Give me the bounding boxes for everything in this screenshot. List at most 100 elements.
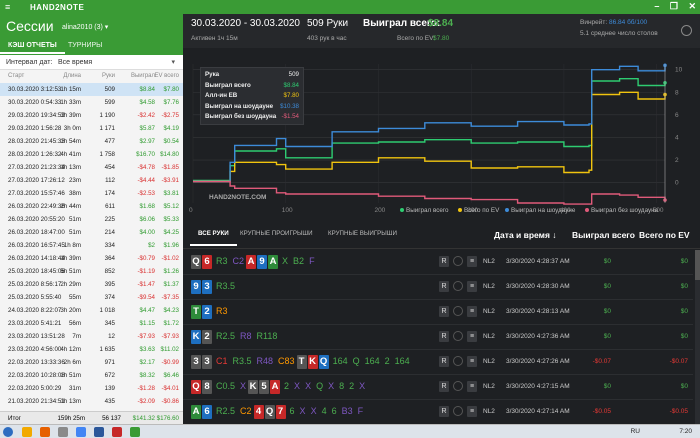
col-start[interactable]: Старт [8, 73, 24, 79]
col-hands[interactable]: Руки [102, 73, 115, 79]
start-button[interactable] [3, 427, 13, 437]
notes-icon[interactable]: ≡ [467, 306, 477, 317]
legend-item-showdown[interactable]: Выиграл на шоудауне [505, 207, 575, 214]
opera-icon[interactable] [112, 427, 122, 437]
replay-button[interactable]: R [439, 356, 449, 367]
notes-icon[interactable]: ≡ [467, 406, 477, 417]
tab-tournaments[interactable]: ТУРНИРЫ [68, 42, 102, 49]
hand-row[interactable]: A 6 R2.5 C2 4 Q 7 6 X X 4 6 B3 F R ≡ NL2 3/30/2020 4:27:1… [183, 400, 693, 425]
mark-icon[interactable] [453, 256, 463, 266]
mark-icon[interactable] [453, 306, 463, 316]
window-controls[interactable]: – ❐ ✕ [654, 1, 696, 12]
notes-icon[interactable]: ≡ [467, 256, 477, 267]
tab-big-wins[interactable]: КРУПНЫЕ ВЫИГРЫШИ [328, 230, 397, 237]
col-ev[interactable]: EV всего [154, 73, 179, 79]
hand-row[interactable]: T 2 R3 R ≡ NL2 3/30/2020 4:28:13 AM $0 $0 [183, 300, 693, 325]
session-cell: $4.19 [163, 125, 179, 132]
replay-button[interactable]: R [439, 381, 449, 392]
session-row[interactable]: 24.03.2020 8:22:07 3h 20m 1 018 $4.47 $4.23 [0, 304, 183, 317]
col-won-total[interactable]: Выиграл всего [572, 230, 635, 240]
session-row[interactable]: 27.03.2020 15:57:46 38m 174 -$2.53 $3.81 [0, 187, 183, 200]
session-row[interactable]: 22.03.2020 5:00:29 31m 139 -$1.28 -$4.01 [0, 382, 183, 395]
replay-button[interactable]: R [439, 306, 449, 317]
hand-row[interactable]: K 2 R2.5 R8 R118 R ≡ NL2 3/30/2020 4:27:36 AM $0 $… [183, 325, 693, 350]
notes-icon[interactable]: ≡ [467, 331, 477, 342]
clock[interactable]: 7:20 [679, 428, 692, 435]
hand-row[interactable]: Q 6 R3 C2 A 9 A X B2 F R ≡ NL2 3/30/2020 4:28:37 AM $0… [183, 250, 693, 275]
session-row[interactable]: 30.03.2020 3:12:53 1h 15m 509 $8.84 $7.80 [0, 83, 183, 96]
hand-won: $0 [603, 283, 611, 290]
mark-icon[interactable] [453, 381, 463, 391]
chevron-down-icon[interactable]: ▾ [171, 58, 175, 66]
tab-all-hands[interactable]: ВСЕ РУКИ [190, 230, 237, 246]
explorer-icon[interactable] [22, 427, 32, 437]
mark-icon[interactable] [453, 356, 463, 366]
replay-button[interactable]: R [439, 281, 449, 292]
session-cell: -$2.09 [137, 398, 155, 405]
col-ev-total[interactable]: Всего по EV [639, 230, 690, 240]
firefox-icon[interactable] [40, 427, 50, 437]
session-cell: 2h 44m [60, 203, 81, 210]
replay-button[interactable]: R [439, 331, 449, 342]
mark-icon[interactable] [453, 331, 463, 341]
card: 7 [275, 405, 286, 419]
action-label: F [357, 406, 364, 416]
session-row[interactable]: 26.03.2020 20:55:20 51m 225 $6.06 $5.33 [0, 213, 183, 226]
notes-icon[interactable]: ≡ [467, 381, 477, 392]
date-interval-selector[interactable]: Интервал дат: Все время ▾ [0, 55, 183, 70]
session-row[interactable]: 27.03.2020 21:23:34 1h 13m 454 -$4.78 -$1.85 [0, 161, 183, 174]
scrollbar-thumb[interactable] [695, 250, 700, 280]
session-row[interactable]: 30.03.2020 0:54:33 1h 33m 599 $4.58 $7.76 [0, 96, 183, 109]
interval-value[interactable]: Все время [58, 59, 92, 66]
session-row[interactable]: 26.03.2020 16:57:45 1h 8m 334 $2 $1.96 [0, 239, 183, 252]
session-row[interactable]: 27.03.2020 17:26:12 23m 112 -$4.44 -$3.91 [0, 174, 183, 187]
hands-list: Q 6 R3 C2 A 9 A X B2 F R ≡ NL2 3/30/2020 4:28:37 AM $0… [183, 250, 693, 425]
hand2note-icon[interactable] [130, 427, 140, 437]
chrome-icon[interactable] [76, 427, 86, 437]
tab-big-losses[interactable]: КРУПНЫЕ ПРОИГРЫШИ [240, 230, 313, 237]
gear-icon[interactable] [681, 25, 692, 36]
mark-icon[interactable] [453, 406, 463, 416]
legend-item-non-showdown[interactable]: Выиграл без шоудауна [585, 207, 658, 214]
session-row[interactable]: 25.03.2020 8:56:17 2h 29m 395 -$1.47 $1.37 [0, 278, 183, 291]
session-row[interactable]: 25.03.2020 5:55:40 55m 374 -$9.54 -$7.35 [0, 291, 183, 304]
mark-icon[interactable] [453, 281, 463, 291]
menu-icon[interactable]: ≡ [5, 2, 10, 12]
replay-button[interactable]: R [439, 406, 449, 417]
legend-item-won[interactable]: Выиграл всего [400, 207, 449, 214]
session-row[interactable]: 21.03.2020 21:34:51 1h 13m 435 -$2.09 -$0.86 [0, 395, 183, 408]
legend-item-ev[interactable]: Всего по EV [458, 207, 499, 214]
session-row[interactable]: 22.03.2020 13:33:36 2h 6m 971 $2.17 -$0.99 [0, 356, 183, 369]
session-row[interactable]: 23.03.2020 13:51:28 7m 12 -$7.93 -$7.93 [0, 330, 183, 343]
session-row[interactable]: 28.03.2020 21:45:33 1h 54m 477 $2.97 $0.54 [0, 135, 183, 148]
session-row[interactable]: 22.03.2020 10:28:08 1h 51m 672 $8.32 $6.46 [0, 369, 183, 382]
app-icon[interactable] [58, 427, 68, 437]
notes-icon[interactable]: ≡ [467, 356, 477, 367]
hands-scrollbar[interactable] [695, 250, 700, 424]
session-row[interactable]: 26.03.2020 14:18:44 1h 39m 364 -$0.79 -$1.02 [0, 252, 183, 265]
session-cell: 214 [104, 229, 115, 236]
session-row[interactable]: 23.03.2020 4:56:00 4h 12m 1 635 $3.63 $11.02 [0, 343, 183, 356]
session-row[interactable]: 25.03.2020 18:45:06 5h 51m 852 -$1.19 $1.26 [0, 265, 183, 278]
language-indicator[interactable]: RU [631, 428, 640, 435]
session-row[interactable]: 23.03.2020 5:41:21 56m 345 $1.15 $1.72 [0, 317, 183, 330]
session-cell: $1.68 [139, 203, 155, 210]
hand-row[interactable]: 9 3 R3.5 R ≡ NL2 3/30/2020 4:28:30 AM $0 $0 [183, 275, 693, 300]
notes-icon[interactable]: ≡ [467, 281, 477, 292]
session-row[interactable]: 28.03.2020 1:26:32 4h 41m 1 758 $16.70 $14.8… [0, 148, 183, 161]
word-icon[interactable] [94, 427, 104, 437]
session-cell: $3.63 [139, 346, 155, 353]
session-row[interactable]: 29.03.2020 19:34:52 3h 39m 1 190 -$2.42 -$2.… [0, 109, 183, 122]
col-won[interactable]: Выиграл [131, 73, 155, 79]
session-row[interactable]: 26.03.2020 18:47:00 51m 214 $4.00 $4.25 [0, 226, 183, 239]
session-row[interactable]: 26.03.2020 22:49:36 2h 44m 611 $1.68 $5.12 [0, 200, 183, 213]
session-row[interactable]: 29.03.2020 1:56:28 3h 0m 1 171 $5.87 $4.19 [0, 122, 183, 135]
hand-row[interactable]: 3 3 C1 R3.5 R48 C83 T K Q 164 Q 164 2 164 R ≡ NL2 3/30/20… [183, 350, 693, 375]
hand-limit: NL2 [483, 408, 495, 415]
col-length[interactable]: Длина [63, 73, 81, 79]
replay-button[interactable]: R [439, 256, 449, 267]
user-selector[interactable]: alina2010 (3) ▾ [62, 23, 108, 31]
hand-row[interactable]: Q 8 C0.5 X K 5 A 2 X X Q X 8 2 X R ≡ NL2 3/30/2020 4:27:15… [183, 375, 693, 400]
tab-cash-reports[interactable]: КЭШ ОТЧЕТЫ [0, 42, 65, 54]
col-date-time[interactable]: Дата и время ↓ [494, 230, 557, 240]
